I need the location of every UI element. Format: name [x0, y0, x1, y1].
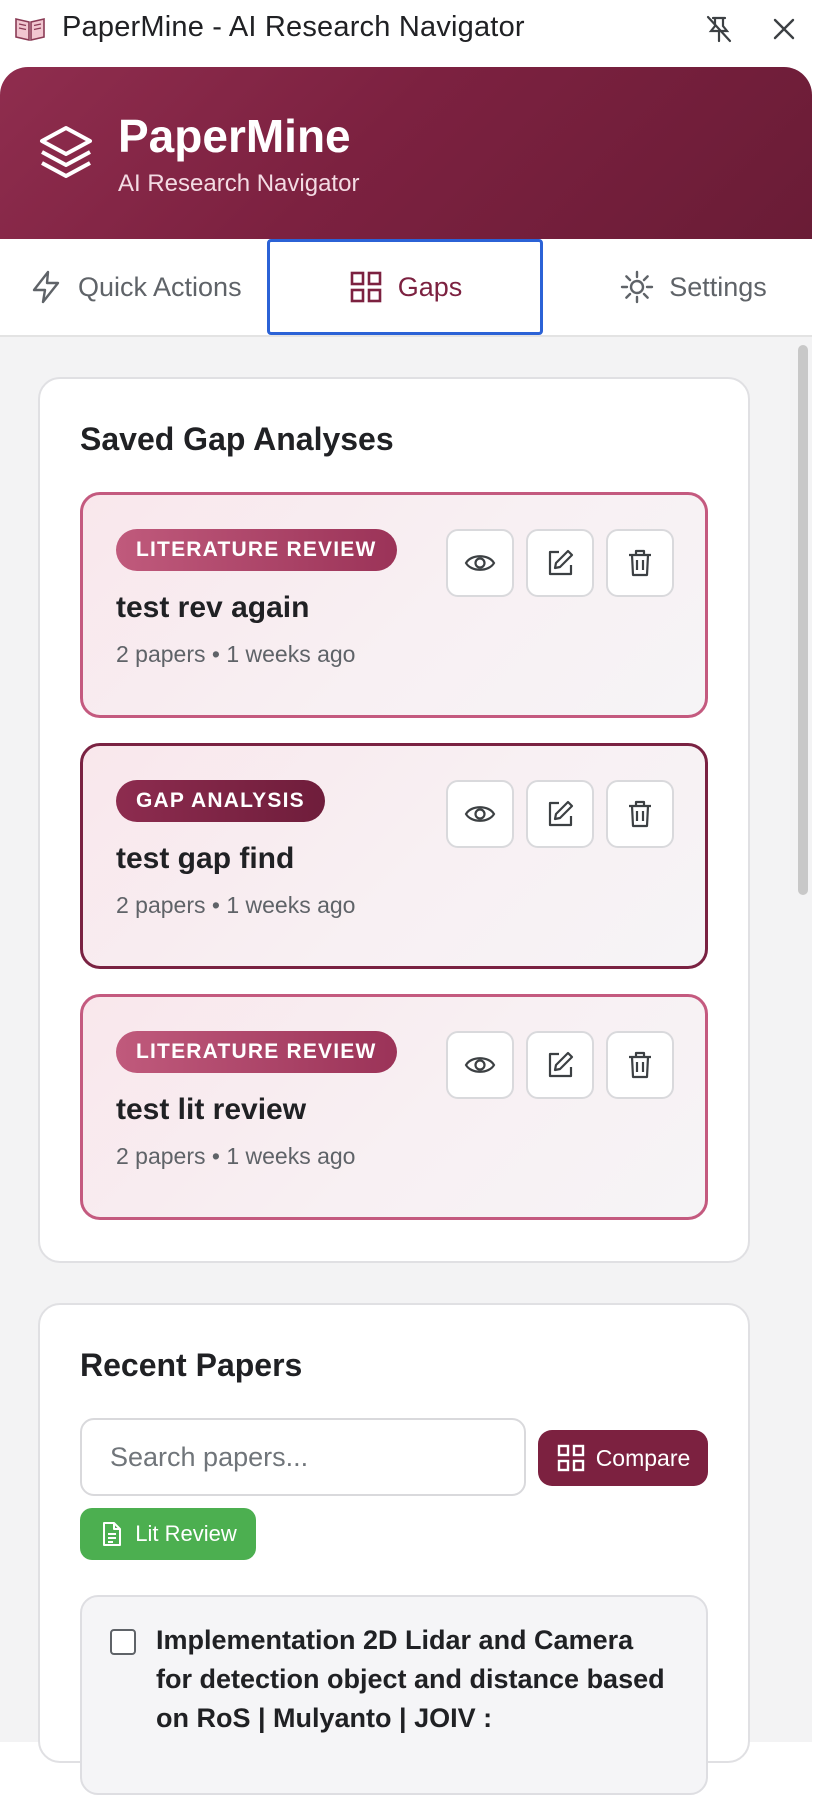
type-badge: LITERATURE REVIEW [116, 1031, 397, 1073]
unpin-icon[interactable] [703, 13, 735, 45]
saved-analysis-card[interactable]: GAP ANALYSIS test gap find 2 papers • 1 … [80, 743, 708, 969]
edit-icon [548, 549, 574, 576]
grid-icon [557, 1444, 584, 1472]
view-button[interactable] [446, 780, 514, 848]
paper-checkbox[interactable] [110, 1629, 136, 1655]
edit-icon [548, 800, 574, 827]
analysis-title: test lit review [116, 1093, 307, 1126]
edit-button[interactable] [526, 529, 594, 597]
window-titlebar: PaperMine - AI Research Navigator [0, 0, 822, 56]
lit-review-label: Lit Review [135, 1521, 237, 1546]
type-badge: GAP ANALYSIS [116, 780, 325, 822]
search-input[interactable] [80, 1418, 526, 1496]
paper-list-item[interactable]: Implementation 2D Lidar and Camera for d… [80, 1595, 708, 1795]
saved-analysis-card[interactable]: LITERATURE REVIEW test lit review 2 pape… [80, 994, 708, 1220]
analysis-title: test gap find [116, 842, 295, 875]
delete-button[interactable] [606, 1031, 674, 1099]
tab-bar: Quick Actions Gaps Settings [0, 239, 812, 337]
analysis-title: test rev again [116, 591, 310, 624]
edit-button[interactable] [526, 1031, 594, 1099]
trash-icon [629, 1051, 651, 1079]
analysis-meta: 2 papers • 1 weeks ago [116, 641, 356, 667]
tab-quick-actions[interactable]: Quick Actions [0, 239, 266, 335]
section-title: Saved Gap Analyses [80, 421, 394, 457]
brand-name: PaperMine [118, 110, 351, 162]
delete-button[interactable] [606, 529, 674, 597]
saved-gap-analyses-panel: Saved Gap Analyses LITERATURE REVIEW tes… [38, 377, 750, 1263]
delete-button[interactable] [606, 780, 674, 848]
type-badge: LITERATURE REVIEW [116, 529, 397, 571]
tab-gaps[interactable]: Gaps [267, 239, 543, 335]
section-title: Recent Papers [80, 1347, 303, 1383]
edit-icon [548, 1051, 574, 1078]
scrollbar-thumb[interactable] [798, 345, 808, 895]
recent-papers-panel: Recent Papers Compare Lit Review Impleme… [38, 1303, 750, 1795]
analysis-meta: 2 papers • 1 weeks ago [116, 1143, 356, 1169]
layers-icon [40, 126, 92, 178]
view-button[interactable] [446, 1031, 514, 1099]
card-actions [446, 529, 674, 597]
eye-icon [464, 1057, 496, 1073]
close-icon[interactable] [768, 13, 800, 45]
tab-label: Settings [669, 271, 767, 302]
lightning-icon [32, 270, 60, 304]
tab-label: Gaps [397, 271, 463, 302]
trash-icon [629, 800, 651, 828]
eye-icon [464, 806, 496, 822]
analysis-meta: 2 papers • 1 weeks ago [116, 892, 356, 918]
view-button[interactable] [446, 529, 514, 597]
paper-title: Implementation 2D Lidar and Camera for d… [156, 1625, 665, 1733]
document-icon [103, 1522, 122, 1546]
compare-label: Compare [595, 1444, 691, 1471]
grid-icon [350, 271, 382, 303]
compare-button[interactable]: Compare [538, 1430, 708, 1486]
eye-icon [464, 555, 496, 571]
window-title: PaperMine - AI Research Navigator [62, 11, 525, 43]
lit-review-button[interactable]: Lit Review [80, 1508, 256, 1560]
tab-label: Quick Actions [78, 271, 242, 302]
gear-icon [621, 270, 654, 304]
trash-icon [629, 549, 651, 577]
card-actions [446, 780, 674, 848]
brand-tagline: AI Research Navigator [118, 170, 360, 197]
edit-button[interactable] [526, 780, 594, 848]
tab-settings[interactable]: Settings [543, 239, 813, 335]
saved-analysis-card[interactable]: LITERATURE REVIEW test rev again 2 paper… [80, 492, 708, 718]
book-icon [15, 17, 45, 42]
card-actions [446, 1031, 674, 1099]
app-header: PaperMine AI Research Navigator [0, 67, 812, 239]
